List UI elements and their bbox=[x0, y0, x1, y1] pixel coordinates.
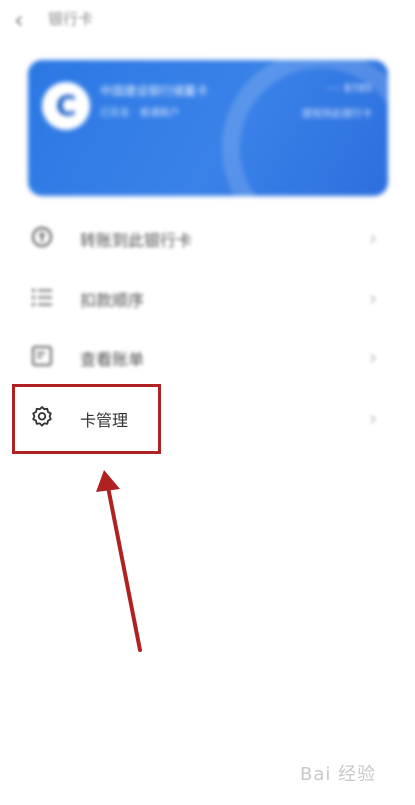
card-subtitle: 已实名 · 普通账户 bbox=[100, 108, 180, 119]
chevron-right-icon: › bbox=[369, 226, 377, 250]
chevron-right-icon: › bbox=[369, 345, 377, 369]
menu-item-label: 扣款顺序 bbox=[80, 291, 145, 310]
chevron-left-icon[interactable]: ‹ bbox=[14, 6, 24, 34]
top-bar: ‹ 银行卡 bbox=[0, 0, 415, 40]
watermark: Bai 经验 bbox=[300, 764, 377, 785]
bill-icon bbox=[28, 343, 56, 371]
menu-item-deduction-order[interactable]: 扣款顺序 › bbox=[20, 270, 395, 328]
card-decoration bbox=[222, 60, 388, 196]
menu-item-label: 查看账单 bbox=[80, 350, 145, 369]
annotation-highlight-box bbox=[12, 384, 161, 454]
menu-item-transfer[interactable]: 转账到此银行卡 › bbox=[20, 210, 395, 268]
list-icon bbox=[28, 284, 56, 312]
bank-card[interactable]: C 中国建设银行储蓄卡 已实名 · 普通账户 ···· 8785 提现到此银行卡 bbox=[28, 60, 388, 196]
transfer-icon bbox=[28, 224, 56, 252]
menu-item-label: 转账到此银行卡 bbox=[80, 231, 193, 250]
bank-name: 中国建设银行储蓄卡 bbox=[100, 84, 209, 98]
chevron-right-icon: › bbox=[369, 286, 377, 310]
menu-item-view-bill[interactable]: 查看账单 › bbox=[20, 329, 395, 387]
chevron-right-icon: › bbox=[369, 406, 377, 430]
page-title: 银行卡 bbox=[48, 10, 94, 28]
bank-logo: C bbox=[42, 82, 90, 130]
